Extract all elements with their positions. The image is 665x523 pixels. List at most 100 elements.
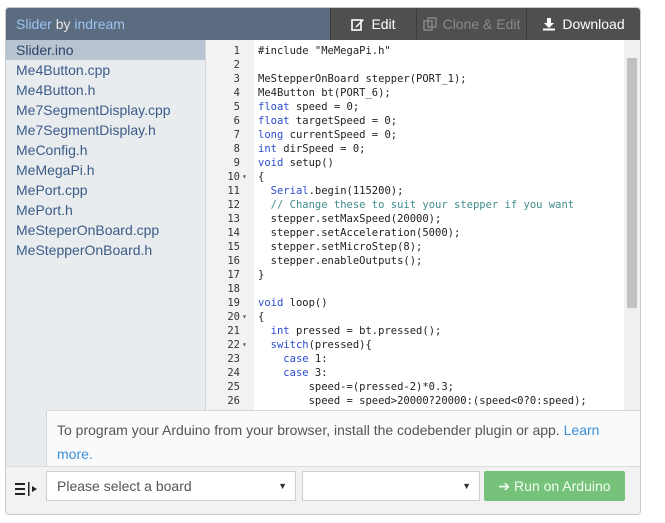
clone-edit-button[interactable]: Clone & Edit	[416, 8, 526, 40]
author-link[interactable]: indream	[74, 16, 125, 32]
line-number: 26	[227, 395, 240, 407]
code-line[interactable]: 24 case 3:	[206, 366, 624, 380]
download-label: Download	[562, 16, 625, 32]
line-number: 8	[233, 143, 240, 155]
line-number: 17	[227, 269, 240, 281]
code-text: {	[258, 171, 265, 183]
code-line[interactable]: 1 #include "MeMegaPi.h"	[206, 44, 624, 58]
code-line[interactable]: 7 long currentSpeed = 0;	[206, 128, 624, 142]
port-select[interactable]: ▼	[302, 471, 480, 501]
line-number: 10	[227, 171, 240, 183]
board-select[interactable]: Please select a board ▼	[46, 471, 296, 501]
code-text: Serial.begin(115200);	[270, 185, 404, 197]
code-text: int dirSpeed = 0;	[258, 143, 366, 155]
file-item[interactable]: MePort.cpp	[6, 180, 205, 200]
code-line[interactable]: 21 int pressed = bt.pressed();	[206, 324, 624, 338]
code-line[interactable]: 25 speed-=(pressed-2)*0.3;	[206, 380, 624, 394]
line-number: 4	[233, 87, 240, 99]
code-text: stepper.enableOutputs();	[258, 255, 423, 267]
line-number: 16	[227, 255, 240, 267]
code-text: void setup()	[258, 157, 334, 169]
toggle-sidebar-button[interactable]	[14, 481, 42, 501]
line-number: 21	[227, 325, 240, 337]
code-text: switch(pressed){	[270, 339, 372, 351]
code-line[interactable]: 17}	[206, 268, 624, 282]
line-number: 11	[227, 185, 240, 197]
line-number: 6	[233, 115, 240, 127]
plugin-notice: To program your Arduino from your browse…	[46, 410, 640, 466]
by-label: by	[55, 16, 71, 32]
code-line[interactable]: 11 Serial.begin(115200);	[206, 184, 624, 198]
code-line[interactable]: 13 stepper.setMaxSpeed(20000);	[206, 212, 624, 226]
code-text: #include "MeMegaPi.h"	[258, 45, 391, 57]
sketch-title: Slider by indream	[6, 8, 330, 40]
file-list: Slider.ino Me4Button.cpp Me4Button.h Me7Seg…	[6, 40, 206, 466]
code-line[interactable]: 4 Me4Button bt(PORT_6);	[206, 86, 624, 100]
fold-toggle-icon[interactable]: ▾	[242, 338, 247, 352]
fold-toggle-icon[interactable]: ▾	[242, 310, 247, 324]
code-text: float speed = 0;	[258, 101, 360, 113]
file-item[interactable]: MeSteperOnBoard.cpp	[6, 220, 205, 240]
file-item[interactable]: MeStepperOnBoard.h	[6, 240, 205, 260]
download-button[interactable]: Download	[526, 8, 640, 40]
code-line[interactable]: 12 // Change these to suit your stepper …	[206, 198, 624, 212]
line-number: 19	[227, 297, 240, 309]
chevron-down-icon: ▼	[278, 481, 287, 491]
code-line[interactable]: 16 stepper.enableOutputs();	[206, 254, 624, 268]
code-line[interactable]: 9 void setup()	[206, 156, 624, 170]
line-number: 7	[233, 129, 240, 141]
file-item[interactable]: Me7SegmentDisplay.h	[6, 120, 205, 140]
editor-scrollbar[interactable]	[624, 40, 640, 410]
code-editor[interactable]: 1 #include "MeMegaPi.h" 2 3 MeStepperOnBoard…	[206, 40, 624, 410]
file-item[interactable]: Me7SegmentDisplay.cpp	[6, 100, 205, 120]
copy-icon	[422, 17, 437, 31]
line-number: 22	[227, 339, 240, 351]
code-line[interactable]: 3 MeStepperOnBoard stepper(PORT_1);	[206, 72, 624, 86]
line-number: 9	[233, 157, 240, 169]
file-item[interactable]: MeMegaPi.h	[6, 160, 205, 180]
line-number: 12	[227, 199, 240, 211]
code-text: Me4Button bt(PORT_6);	[258, 87, 391, 99]
scrollbar-thumb[interactable]	[627, 58, 637, 308]
code-line[interactable]: 18	[206, 282, 624, 296]
code-line[interactable]: 23 case 1:	[206, 352, 624, 366]
edit-button[interactable]: Edit	[330, 8, 416, 40]
file-item[interactable]: MePort.h	[6, 200, 205, 220]
fold-toggle-icon[interactable]: ▾	[242, 170, 247, 184]
code-text: long currentSpeed = 0;	[258, 129, 398, 141]
code-line[interactable]: 14 stepper.setAcceleration(5000);	[206, 226, 624, 240]
board-select-value: Please select a board	[57, 478, 192, 494]
line-number: 24	[227, 367, 240, 379]
code-line[interactable]: 10 ▾ {	[206, 170, 624, 184]
code-text: {	[258, 311, 265, 323]
code-text: float targetSpeed = 0;	[258, 115, 398, 127]
sketch-name-link[interactable]: Slider	[16, 16, 52, 32]
code-line[interactable]: 19 void loop()	[206, 296, 624, 310]
line-number: 1	[233, 45, 240, 57]
code-line[interactable]: 20 ▾ {	[206, 310, 624, 324]
line-number: 13	[227, 213, 240, 225]
arrow-right-icon: ➔	[498, 478, 511, 494]
code-line[interactable]: 26 speed = speed>20000?20000:(speed<0?0:…	[206, 394, 624, 408]
line-number: 2	[233, 59, 240, 71]
line-number: 18	[227, 283, 240, 295]
code-text: case 1:	[283, 353, 328, 365]
line-number: 25	[227, 381, 240, 393]
line-number: 3	[233, 73, 240, 85]
code-line[interactable]: 22 ▾ switch(pressed){	[206, 338, 624, 352]
code-line[interactable]: 5 float speed = 0;	[206, 100, 624, 114]
file-item[interactable]: MeConfig.h	[6, 140, 205, 160]
bottom-toolbar: Please select a board ▼ ▼ ➔ Run on Ardui…	[6, 466, 640, 514]
run-on-arduino-button[interactable]: ➔ Run on Arduino	[484, 471, 625, 501]
file-item[interactable]: Me4Button.cpp	[6, 60, 205, 80]
code-text: MeStepperOnBoard stepper(PORT_1);	[258, 73, 467, 85]
code-line[interactable]: 6 float targetSpeed = 0;	[206, 114, 624, 128]
line-number: 15	[227, 241, 240, 253]
code-line[interactable]: 15 stepper.setMicroStep(8);	[206, 240, 624, 254]
file-item[interactable]: Me4Button.h	[6, 80, 205, 100]
code-text: stepper.setAcceleration(5000);	[258, 227, 461, 239]
file-item[interactable]: Slider.ino	[6, 40, 205, 60]
code-line[interactable]: 2	[206, 58, 624, 72]
code-text: case 3:	[283, 367, 328, 379]
code-line[interactable]: 8 int dirSpeed = 0;	[206, 142, 624, 156]
